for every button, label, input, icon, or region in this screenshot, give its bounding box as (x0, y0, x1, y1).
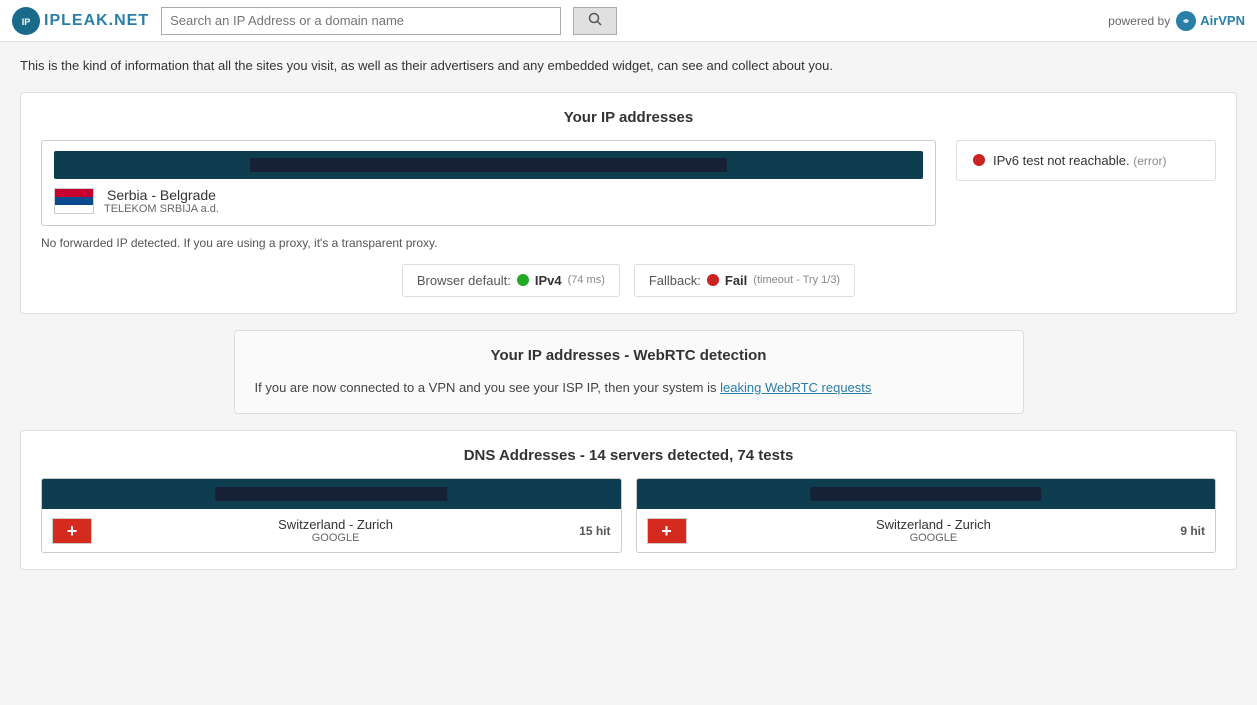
ipv6-box: IPv6 test not reachable. (error) (956, 140, 1216, 181)
browser-default-protocol: IPv4 (535, 273, 562, 288)
ipv4-status-dot (517, 274, 529, 286)
airvpn-icon (1176, 11, 1196, 31)
logo-area: IP IPLEAK.NET (12, 7, 149, 35)
location-info: Serbia - Belgrade TELEKOM SRBIJA a.d. (104, 187, 219, 215)
search-input[interactable] (161, 7, 561, 35)
location-isp: TELEKOM SRBIJA a.d. (104, 203, 219, 215)
airvpn-logo: AirVPN (1176, 11, 1245, 31)
ip-location: Serbia - Belgrade TELEKOM SRBIJA a.d. (54, 187, 923, 215)
powered-by-label: powered by (1108, 14, 1170, 28)
webrtc-section: Your IP addresses - WebRTC detection If … (234, 330, 1024, 415)
info-text: This is the kind of information that all… (20, 56, 1237, 76)
list-item: Switzerland - Zurich GOOGLE 9 hit (636, 478, 1217, 553)
webrtc-info: If you are now connected to a VPN and yo… (255, 378, 1003, 398)
dns-location-name-0: Switzerland - Zurich (102, 517, 569, 532)
dns-location-1: Switzerland - Zurich GOOGLE (697, 517, 1171, 544)
logo-icon: IP (12, 7, 40, 35)
location-name: Serbia - Belgrade (104, 187, 219, 203)
dns-item-body-0: Switzerland - Zurich GOOGLE 15 hit (42, 509, 621, 552)
ipv6-label: IPv6 test not reachable. (993, 153, 1130, 168)
ipv6-text: IPv6 test not reachable. (error) (993, 153, 1167, 168)
main-content: This is the kind of information that all… (0, 42, 1257, 584)
dns-ip-masked-1 (810, 487, 1041, 501)
dns-section: DNS Addresses - 14 servers detected, 74 … (20, 430, 1237, 570)
airvpn-label: AirVPN (1200, 13, 1245, 28)
swiss-flag-0 (52, 518, 92, 544)
dns-location-name-1: Switzerland - Zurich (697, 517, 1171, 532)
list-item: Switzerland - Zurich GOOGLE 15 hit (41, 478, 622, 553)
fallback-status: Fail (725, 273, 747, 288)
fallback-status-dot (707, 274, 719, 286)
ip-left: Serbia - Belgrade TELEKOM SRBIJA a.d. No… (41, 140, 936, 250)
webrtc-info-text: If you are now connected to a VPN and yo… (255, 380, 717, 395)
browser-default-speed: (74 ms) (568, 274, 605, 286)
serbia-flag (54, 188, 94, 214)
ip-right: IPv6 test not reachable. (error) (956, 140, 1216, 181)
header: IP IPLEAK.NET powered by AirVPN (0, 0, 1257, 42)
dns-ip-masked-0 (216, 487, 447, 501)
dns-item-body-1: Switzerland - Zurich GOOGLE 9 hit (637, 509, 1216, 552)
fallback-badge: Fallback: Fail (timeout - Try 1/3) (634, 264, 855, 297)
dns-hits-0: 15 hit (579, 524, 610, 538)
ip-section: Your IP addresses Serbia - Belgrade TELE… (20, 92, 1237, 314)
status-row: Browser default: IPv4 (74 ms) Fallback: … (41, 264, 1216, 297)
ip-main-grid: Serbia - Belgrade TELEKOM SRBIJA a.d. No… (41, 140, 1216, 250)
dns-bar-0 (42, 479, 621, 509)
browser-default-label: Browser default: (417, 273, 511, 288)
ipv6-status-dot (973, 154, 985, 166)
webrtc-leak-link[interactable]: leaking WebRTC requests (720, 380, 871, 395)
fallback-label: Fallback: (649, 273, 701, 288)
ip-address-masked (250, 158, 728, 172)
ip-address-bar (54, 151, 923, 179)
dns-location-0: Switzerland - Zurich GOOGLE (102, 517, 569, 544)
dns-grid: Switzerland - Zurich GOOGLE 15 hit Switz… (41, 478, 1216, 553)
svg-text:IP: IP (22, 17, 31, 27)
browser-default-badge: Browser default: IPv4 (74 ms) (402, 264, 620, 297)
fallback-meta: (timeout - Try 1/3) (753, 274, 840, 286)
ip-box: Serbia - Belgrade TELEKOM SRBIJA a.d. (41, 140, 936, 226)
no-forward-text: No forwarded IP detected. If you are usi… (41, 236, 936, 250)
dns-isp-0: GOOGLE (102, 532, 569, 544)
dns-isp-1: GOOGLE (697, 532, 1171, 544)
search-button[interactable] (573, 7, 617, 35)
dns-bar-1 (637, 479, 1216, 509)
swiss-flag-1 (647, 518, 687, 544)
webrtc-title: Your IP addresses - WebRTC detection (255, 347, 1003, 364)
ipv6-error: (error) (1133, 154, 1166, 168)
logo-text: IPLEAK.NET (44, 12, 149, 30)
dns-hits-1: 9 hit (1180, 524, 1205, 538)
powered-by: powered by AirVPN (1108, 11, 1245, 31)
ip-section-title: Your IP addresses (41, 109, 1216, 126)
dns-section-title: DNS Addresses - 14 servers detected, 74 … (41, 447, 1216, 464)
